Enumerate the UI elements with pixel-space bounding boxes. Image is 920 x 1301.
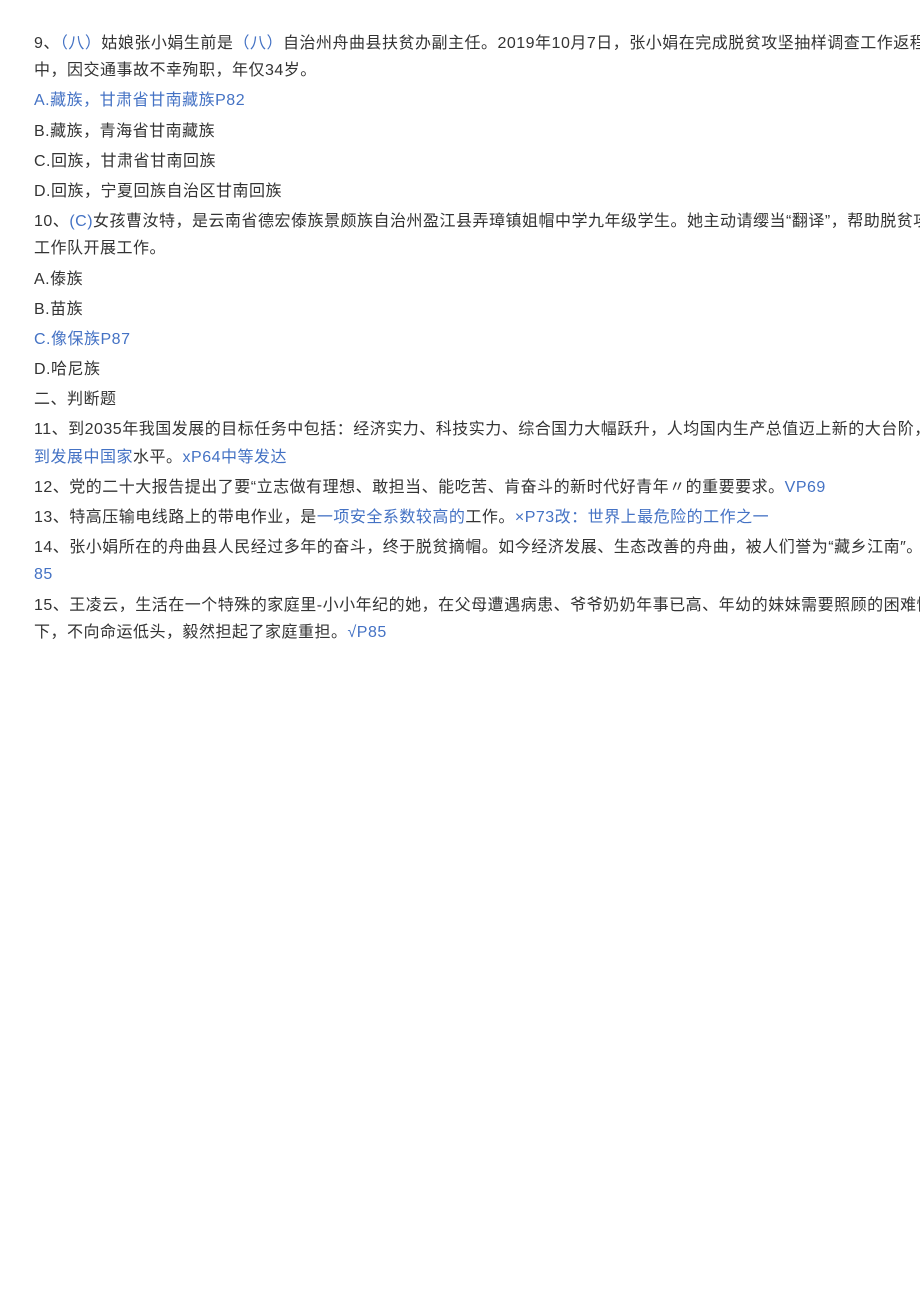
section-header: 二、判断题 [34, 386, 920, 413]
document-body: 9、（八）姑娘张小娟生前是（八）自治州舟曲县扶贫办副主任。2019年10月7日，… [34, 30, 920, 646]
text-segment: xP64中等发达 [183, 449, 287, 466]
text-segment: 到发展中国家 [34, 449, 133, 466]
text-segment: √P85 [348, 624, 387, 641]
text-segment: A.傣族 [34, 271, 83, 288]
q15-line: 15、王凌云，生活在一个特殊的家庭里-小小年纪的她，在父母遭遇病患、爷爷奶奶年事… [34, 592, 920, 646]
text-segment: A.藏族，甘肃省甘南藏族P82 [34, 92, 245, 109]
q13-line: 13、特高压输电线路上的带电作业，是一项安全系数较高的工作。×P73改：世界上最… [34, 504, 920, 531]
text-segment: ×P73改：世界上最危险的工作之一 [515, 509, 769, 526]
q14-line: 14、张小娟所在的舟曲县人民经过多年的奋斗，终于脱贫摘帽。如今经济发展、生态改善… [34, 534, 920, 588]
text-segment: 二、判断题 [34, 391, 117, 408]
text-segment: （八） [233, 35, 283, 52]
text-segment: 工作。 [465, 509, 515, 526]
q9-option-a: A.藏族，甘肃省甘南藏族P82 [34, 87, 920, 114]
text-segment: （八） [60, 35, 102, 52]
text-segment: B.苗族 [34, 301, 83, 318]
q11-line: 11、到2035年我国发展的目标任务中包括：经济实力、科技实力、综合国力大幅跃升… [34, 416, 920, 470]
text-segment: 9、 [34, 35, 60, 52]
text-segment: 11、到2035年我国发展的目标任务中包括：经济实力、科技实力、综合国力大幅跃升… [34, 421, 920, 438]
q9-option-b: B.藏族，青海省甘南藏族 [34, 118, 920, 145]
q9-option-c: C.回族，甘肃省甘南回族 [34, 148, 920, 175]
q10-line1: 10、(C)女孩曹汝特，是云南省德宏傣族景颇族自治州盈江县弄璋镇姐帽中学九年级学… [34, 208, 920, 262]
q9-option-d: D.回族，宁夏回族自治区甘南回族 [34, 178, 920, 205]
q10-option-b: B.苗族 [34, 296, 920, 323]
text-segment: (C) [69, 213, 93, 230]
q9-line1: 9、（八）姑娘张小娟生前是（八）自治州舟曲县扶贫办副主任。2019年10月7日，… [34, 30, 920, 84]
text-segment: 10、 [34, 213, 69, 230]
q10-option-d: D.哈尼族 [34, 356, 920, 383]
text-segment: 14、张小娟所在的舟曲县人民经过多年的奋斗，终于脱贫摘帽。如今经济发展、生态改善… [34, 539, 920, 556]
text-segment: D.回族，宁夏回族自治区甘南回族 [34, 183, 282, 200]
text-segment: C.回族，甘肃省甘南回族 [34, 153, 216, 170]
text-segment: C.像保族P87 [34, 331, 130, 348]
text-segment: 15、王凌云，生活在一个特殊的家庭里-小小年纪的她，在父母遭遇病患、爷爷奶奶年事… [34, 597, 920, 641]
text-segment: 姑娘张小娟生前是 [101, 35, 233, 52]
text-segment: 13、特高压输电线路上的带电作业，是 [34, 509, 317, 526]
text-segment: 12、党的二十大报告提出了要“立志做有理想、敢担当、能吃苦、肯奋斗的新时代好青年… [34, 479, 785, 496]
text-segment: 水平。 [133, 449, 183, 466]
text-segment: 女孩曹汝特，是云南省德宏傣族景颇族自治州盈江县弄璋镇姐帽中学九年级学生。她主动请… [34, 213, 920, 257]
text-segment: 一项安全系数较高的 [317, 509, 466, 526]
q12-line: 12、党的二十大报告提出了要“立志做有理想、敢担当、能吃苦、肯奋斗的新时代好青年… [34, 474, 920, 501]
text-segment: VP69 [785, 479, 826, 496]
q10-option-c: C.像保族P87 [34, 326, 920, 353]
q10-option-a: A.傣族 [34, 266, 920, 293]
text-segment: B.藏族，青海省甘南藏族 [34, 123, 215, 140]
text-segment: D.哈尼族 [34, 361, 101, 378]
